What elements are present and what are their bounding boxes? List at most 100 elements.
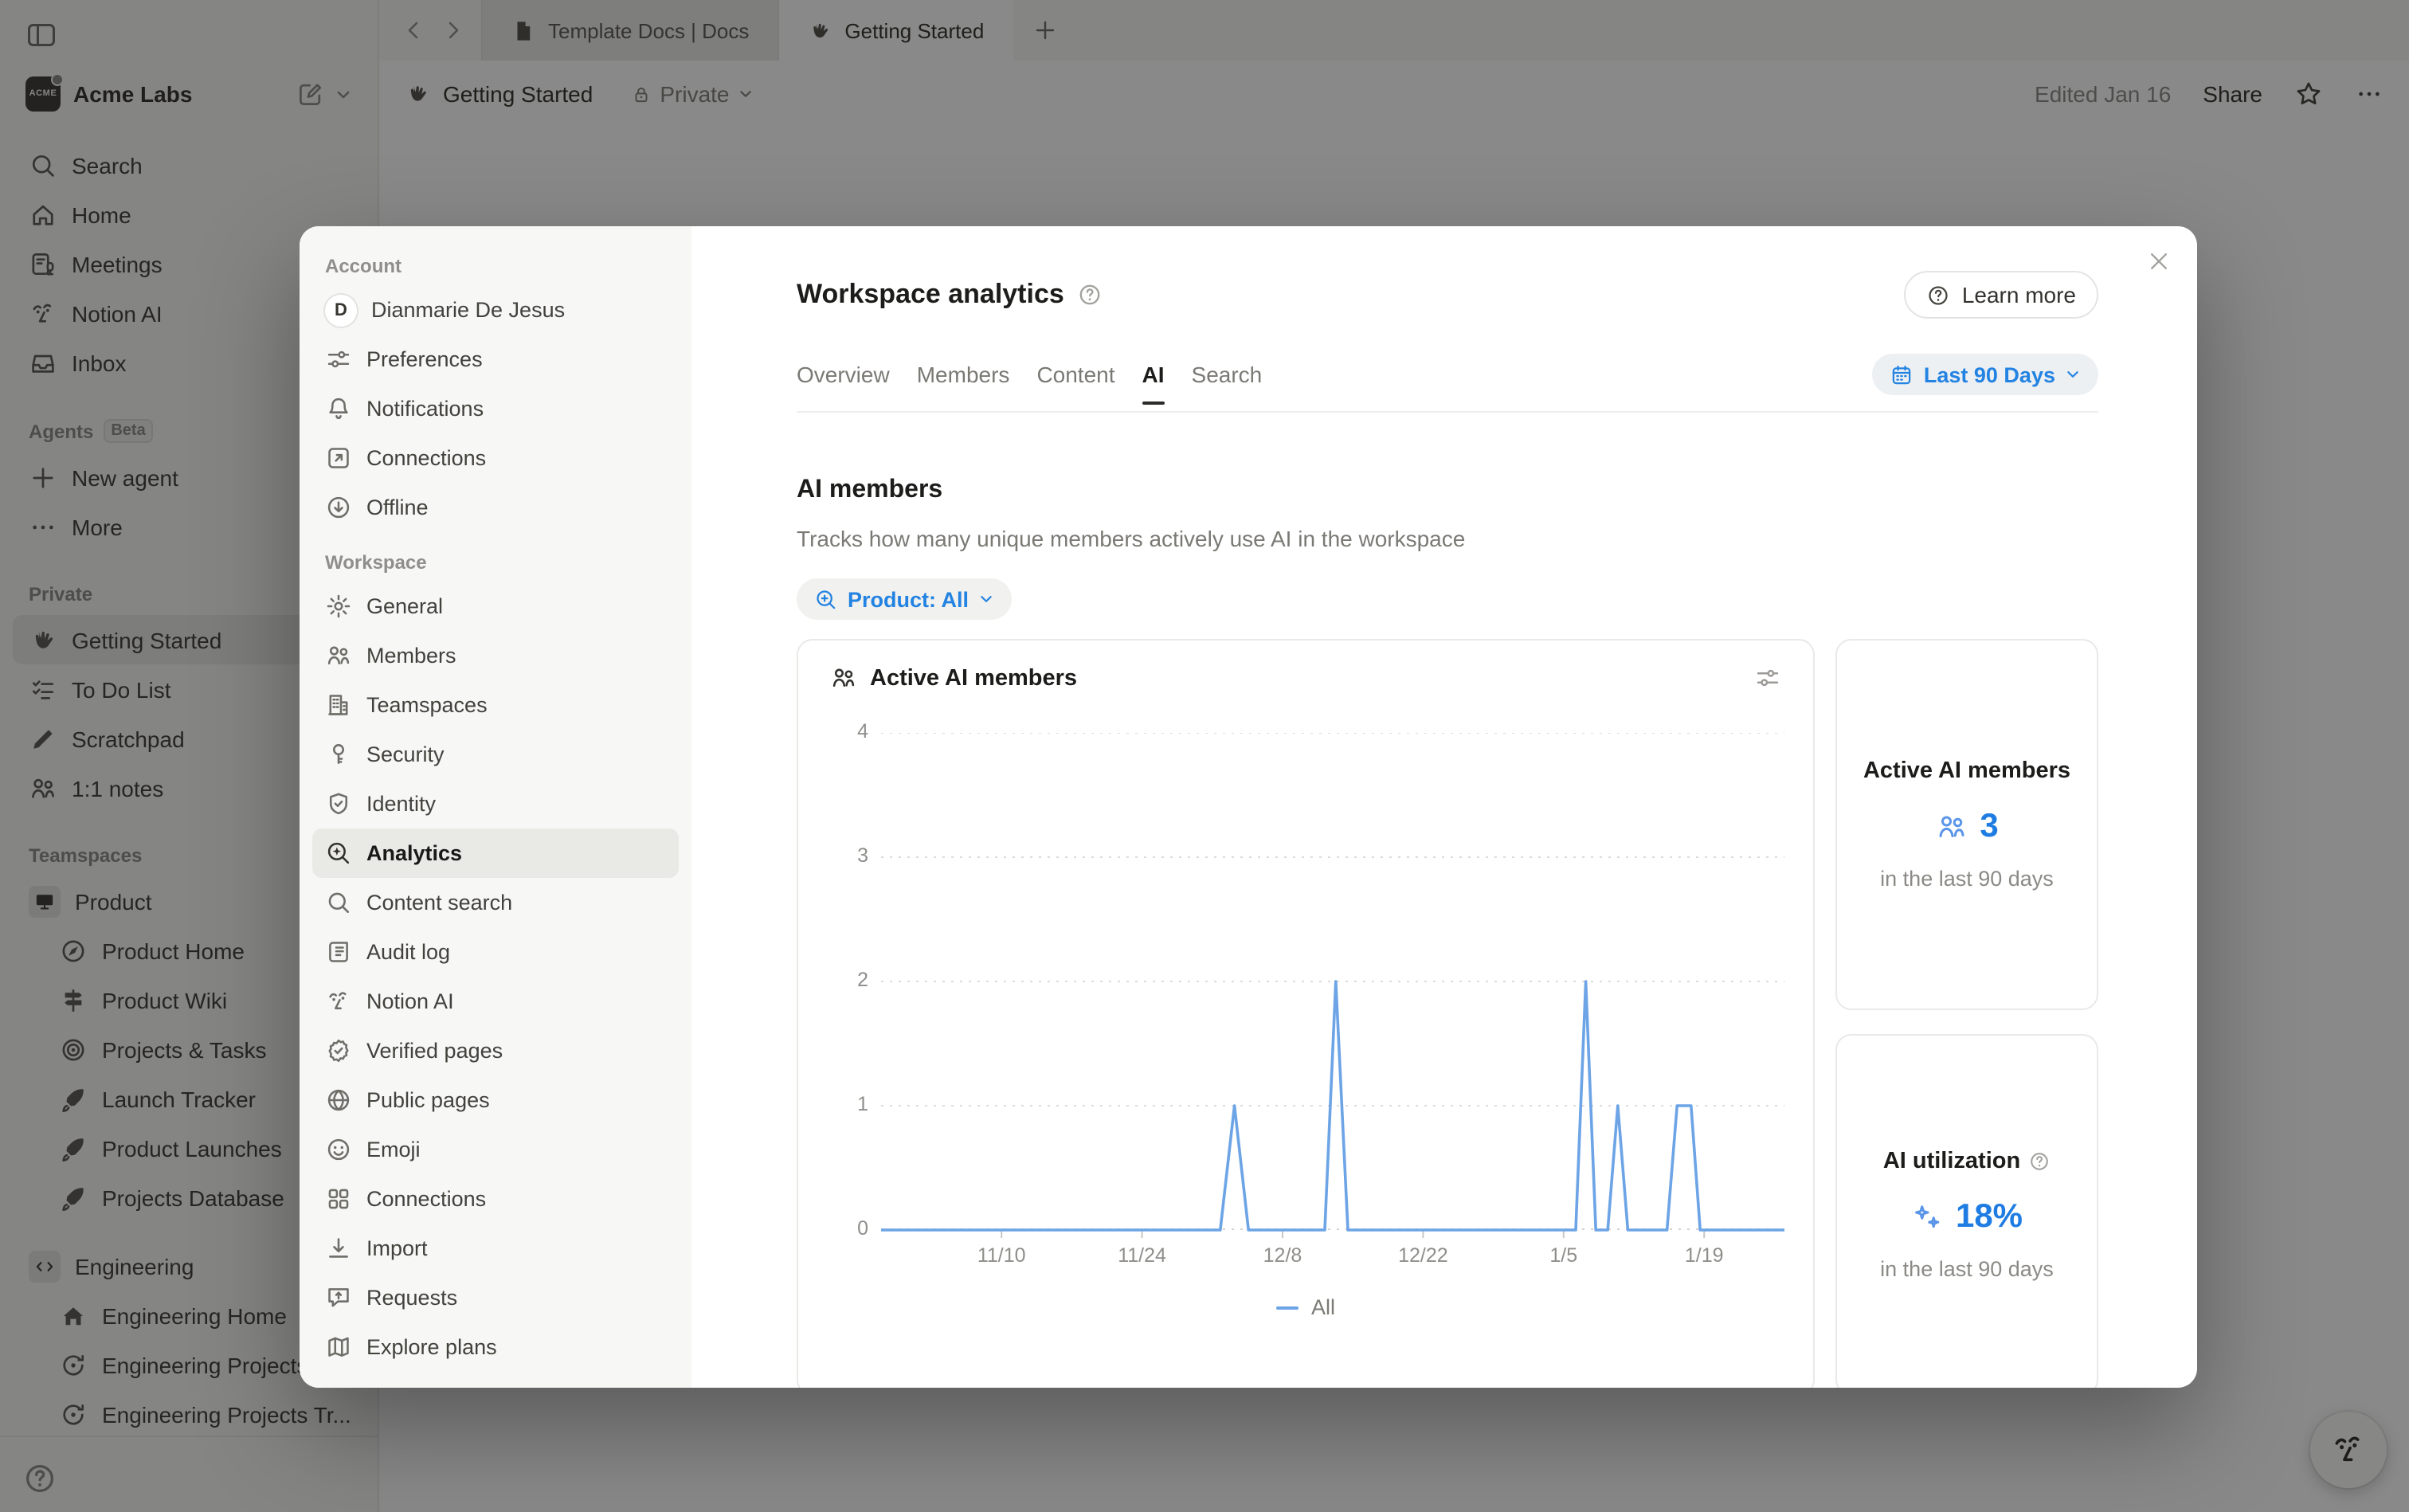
settings-main: Workspace analytics Learn more Overview M…	[691, 226, 2197, 1388]
settings-item-offline[interactable]: Offline	[312, 483, 679, 532]
active-ai-members-stat-card: Active AI members 3 in the last 90 days	[1835, 639, 2098, 1010]
legend-line	[1276, 1306, 1299, 1309]
settings-item-general[interactable]: General	[312, 582, 679, 631]
zoom-in-icon	[814, 587, 838, 611]
globe-icon	[325, 1087, 352, 1114]
map-icon	[325, 1334, 352, 1361]
ai-utilization-stat-card: AI utilization 18% in the last 90 days	[1835, 1034, 2098, 1388]
gear-icon	[325, 593, 352, 620]
tab-content[interactable]: Content	[1036, 362, 1114, 387]
ai-members-chart-svg	[881, 733, 1784, 1240]
y-axis-label: 1	[830, 1093, 868, 1115]
tabs-divider	[797, 411, 2098, 413]
settings-item-notion-ai[interactable]: Notion AI	[312, 977, 679, 1026]
stat-caption: in the last 90 days	[1880, 867, 2054, 891]
searchstar-icon	[325, 840, 352, 867]
search-icon	[325, 889, 352, 916]
people-icon	[1935, 811, 1967, 843]
legend-label: All	[1311, 1295, 1335, 1319]
people-icon	[325, 642, 352, 669]
settings-item-connections[interactable]: Connections	[312, 1174, 679, 1224]
screen: ACME Acme Labs SearchHomeMeetingsNotion …	[0, 0, 2409, 1512]
sliders-icon	[325, 346, 352, 373]
help-circle-icon	[1927, 283, 1951, 307]
chart-plot-area: 43210	[830, 733, 1781, 1240]
avatar: D	[325, 294, 357, 326]
x-axis-label: 1/19	[1685, 1244, 1724, 1267]
settings-item-public-pages[interactable]: Public pages	[312, 1075, 679, 1125]
settings-item-analytics[interactable]: Analytics	[312, 828, 679, 878]
y-axis-label: 3	[830, 844, 868, 867]
settings-item-requests[interactable]: Requests	[312, 1273, 679, 1322]
tab-members[interactable]: Members	[917, 362, 1010, 387]
sparkles-icon	[1911, 1201, 1943, 1233]
smiley-icon	[325, 1136, 352, 1163]
import-icon	[325, 1235, 352, 1262]
x-axis-label: 12/8	[1263, 1244, 1302, 1267]
settings-sidebar: AccountDDianmarie De JesusPreferencesNot…	[300, 226, 691, 1388]
people-icon	[830, 664, 857, 691]
grid-icon	[325, 1185, 352, 1212]
active-ai-members-chart-card: Active AI members 4 3 2 1 0 11/10 11/24 12/8 12…	[797, 639, 1815, 1388]
settings-item-preferences[interactable]: Preferences	[312, 335, 679, 384]
help-circle-icon[interactable]	[1077, 282, 1103, 307]
settings-item-explore-plans[interactable]: Explore plans	[312, 1322, 679, 1372]
badgecheck-icon	[325, 1037, 352, 1064]
x-axis-label: 1/5	[1549, 1244, 1577, 1267]
aiface-icon	[325, 988, 352, 1015]
chatup-icon	[325, 1284, 352, 1311]
stat-title: AI utilization	[1883, 1149, 2020, 1174]
learn-more-button[interactable]: Learn more	[1905, 271, 2098, 319]
modal-title: Workspace analytics	[797, 279, 1064, 311]
x-axis-label: 12/22	[1398, 1244, 1448, 1267]
chevron-down-icon	[2065, 366, 2081, 382]
settings-item-notifications[interactable]: Notifications	[312, 384, 679, 433]
settings-group-label-account: Account	[325, 255, 666, 277]
tab-search[interactable]: Search	[1192, 362, 1263, 387]
settings-item-emoji[interactable]: Emoji	[312, 1125, 679, 1174]
settings-item-connections[interactable]: Connections	[312, 433, 679, 483]
y-axis-label: 0	[830, 1217, 868, 1240]
settings-item-content-search[interactable]: Content search	[312, 878, 679, 927]
chart-legend: All	[830, 1295, 1781, 1319]
settings-item-teamspaces[interactable]: Teamspaces	[312, 680, 679, 730]
settings-item-identity[interactable]: Identity	[312, 779, 679, 828]
settings-group-label-workspace: Workspace	[325, 551, 666, 574]
settings-modal: AccountDDianmarie De JesusPreferencesNot…	[300, 226, 2197, 1388]
scroll-icon	[325, 938, 352, 966]
stat-title: Active AI members	[1863, 758, 2070, 784]
product-filter[interactable]: Product: All	[797, 578, 1012, 620]
building-icon	[325, 691, 352, 719]
settings-item-audit-log[interactable]: Audit log	[312, 927, 679, 977]
close-icon[interactable]	[2146, 249, 2172, 274]
settings-item-verified-pages[interactable]: Verified pages	[312, 1026, 679, 1075]
section-description: Tracks how many unique members actively …	[797, 526, 2098, 551]
settings-item-security[interactable]: Security	[312, 730, 679, 779]
stat-caption: in the last 90 days	[1880, 1257, 2054, 1281]
x-axis-label: 11/24	[1118, 1244, 1166, 1267]
shield-icon	[325, 790, 352, 817]
settings-item-dianmarie-de-jesus[interactable]: DDianmarie De Jesus	[312, 285, 679, 335]
x-axis-label: 11/10	[977, 1244, 1026, 1267]
stat-value: 3	[1980, 808, 1998, 846]
settings-item-members[interactable]: Members	[312, 631, 679, 680]
bell-icon	[325, 395, 352, 422]
chart-settings-icon[interactable]	[1754, 664, 1781, 691]
chart-x-labels: 11/10 11/24 12/8 12/22 1/5 1/19	[830, 1244, 1781, 1271]
tab-ai[interactable]: AI	[1142, 362, 1165, 387]
tab-overview[interactable]: Overview	[797, 362, 890, 387]
settings-item-import[interactable]: Import	[312, 1224, 679, 1273]
chart-title: Active AI members	[870, 665, 1077, 691]
section-heading: AI members	[797, 476, 2098, 505]
key-icon	[325, 741, 352, 768]
help-circle-icon[interactable]	[2028, 1150, 2051, 1173]
y-axis-label: 2	[830, 969, 868, 991]
chevron-down-icon	[978, 591, 994, 607]
y-axis-label: 4	[830, 720, 868, 742]
stat-value: 18%	[1956, 1198, 2023, 1236]
dlcircle-icon	[325, 494, 352, 521]
analytics-tabs: Overview Members Content AI Search Last 90 D…	[797, 354, 2098, 395]
date-range-filter[interactable]: Last 90 Days	[1873, 354, 2098, 395]
calendar-icon	[1890, 362, 1914, 386]
arrowout-icon	[325, 445, 352, 472]
